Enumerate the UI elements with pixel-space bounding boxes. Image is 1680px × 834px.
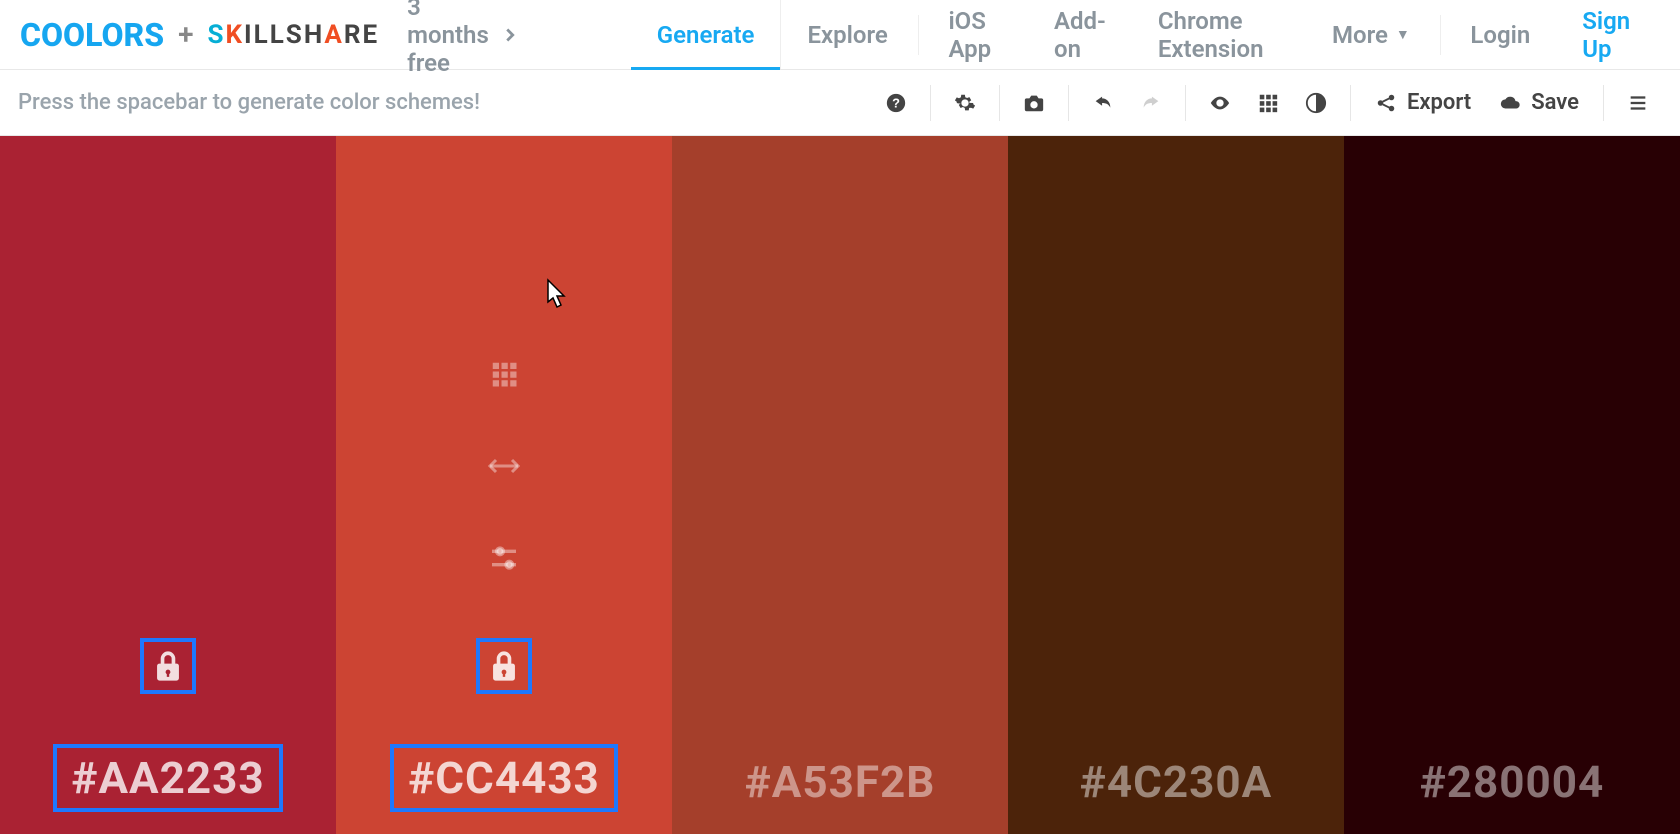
lock-icon (489, 649, 519, 683)
svg-text:?: ? (892, 95, 900, 110)
hex-code[interactable]: #4C230A (1066, 752, 1286, 812)
export-label: Export (1407, 90, 1471, 115)
contrast-icon (1305, 92, 1327, 114)
undo-icon (1092, 92, 1114, 114)
nav-more[interactable]: More ▼ (1306, 0, 1436, 69)
nav-separator (1440, 15, 1441, 55)
settings-button[interactable] (941, 79, 989, 127)
grid-icon (489, 359, 519, 389)
help-icon: ? (885, 92, 907, 114)
nav-login[interactable]: Login (1444, 0, 1556, 69)
redo-icon (1140, 92, 1162, 114)
nav-explore[interactable]: Explore (781, 0, 913, 69)
generator-toolbar: Press the spacebar to generate color sch… (0, 70, 1680, 136)
eye-icon (1209, 92, 1231, 114)
nav-addon[interactable]: Add-on (1028, 0, 1132, 69)
toolbar-separator (999, 85, 1000, 121)
toolbar-separator (930, 85, 931, 121)
toolbar-separator (1068, 85, 1069, 121)
save-label: Save (1531, 90, 1579, 115)
color-swatch[interactable]: #280004 (1344, 136, 1680, 834)
drag-button[interactable] (486, 448, 522, 484)
camera-icon (1023, 92, 1045, 114)
export-button[interactable]: Export (1361, 90, 1485, 115)
hamburger-icon (1627, 92, 1649, 114)
promo-text: 3 months free (407, 0, 489, 77)
lock-icon (153, 649, 183, 683)
promo-link[interactable]: 3 months free (407, 0, 521, 77)
color-swatch[interactable]: #CC4433 (336, 136, 672, 834)
adjust-button[interactable] (486, 540, 522, 576)
toolbar-separator (1350, 85, 1351, 121)
share-icon (1375, 92, 1397, 114)
skillshare-logo[interactable]: SKILLSHARE (207, 20, 379, 50)
grid-button[interactable] (1244, 79, 1292, 127)
nav-center: Generate Explore (631, 0, 914, 69)
grid-icon (1257, 92, 1279, 114)
brand-group: COOLORS + SKILLSHARE 3 months free (20, 0, 521, 77)
camera-button[interactable] (1010, 79, 1058, 127)
cloud-icon (1499, 92, 1521, 114)
swatch-tools (486, 356, 522, 576)
nav-separator (918, 15, 919, 55)
sliders-icon (488, 542, 520, 574)
color-swatch[interactable]: #4C230A (1008, 136, 1344, 834)
hex-code[interactable]: #CC4433 (390, 744, 618, 812)
toolbar-separator (1185, 85, 1186, 121)
shades-button[interactable] (486, 356, 522, 392)
lock-button[interactable] (476, 638, 532, 694)
toolbar-separator (1603, 85, 1604, 121)
top-navbar: COOLORS + SKILLSHARE 3 months free Gener… (0, 0, 1680, 70)
arrows-horizontal-icon (486, 454, 522, 478)
lock-button[interactable] (140, 638, 196, 694)
nav-signup[interactable]: Sign Up (1556, 0, 1660, 69)
caret-down-icon: ▼ (1396, 26, 1410, 43)
toolbar-right: ? Export (872, 79, 1662, 127)
hex-code[interactable]: #A53F2B (731, 752, 950, 812)
help-button[interactable]: ? (872, 79, 920, 127)
nav-generate[interactable]: Generate (631, 0, 782, 69)
palette: #AA2233 #CC4433 #A53F2B #4C230A #280004 (0, 136, 1680, 834)
hex-code[interactable]: #AA2233 (53, 744, 282, 812)
undo-button[interactable] (1079, 79, 1127, 127)
contrast-button[interactable] (1292, 79, 1340, 127)
chevron-right-icon (499, 24, 521, 46)
save-button[interactable]: Save (1485, 90, 1593, 115)
spacebar-hint: Press the spacebar to generate color sch… (18, 90, 480, 115)
nav-ios[interactable]: iOS App (922, 0, 1028, 69)
plus-icon: + (178, 18, 193, 51)
view-button[interactable] (1196, 79, 1244, 127)
nav-chrome[interactable]: Chrome Extension (1132, 0, 1306, 69)
logo[interactable]: COOLORS (20, 16, 164, 54)
color-swatch[interactable]: #AA2233 (0, 136, 336, 834)
hex-code[interactable]: #280004 (1406, 752, 1619, 812)
nav-right: iOS App Add-on Chrome Extension More ▼ L… (914, 0, 1660, 69)
redo-button[interactable] (1127, 79, 1175, 127)
nav-more-label: More (1332, 21, 1388, 49)
color-swatch[interactable]: #A53F2B (672, 136, 1008, 834)
gear-icon (954, 92, 976, 114)
menu-button[interactable] (1614, 79, 1662, 127)
